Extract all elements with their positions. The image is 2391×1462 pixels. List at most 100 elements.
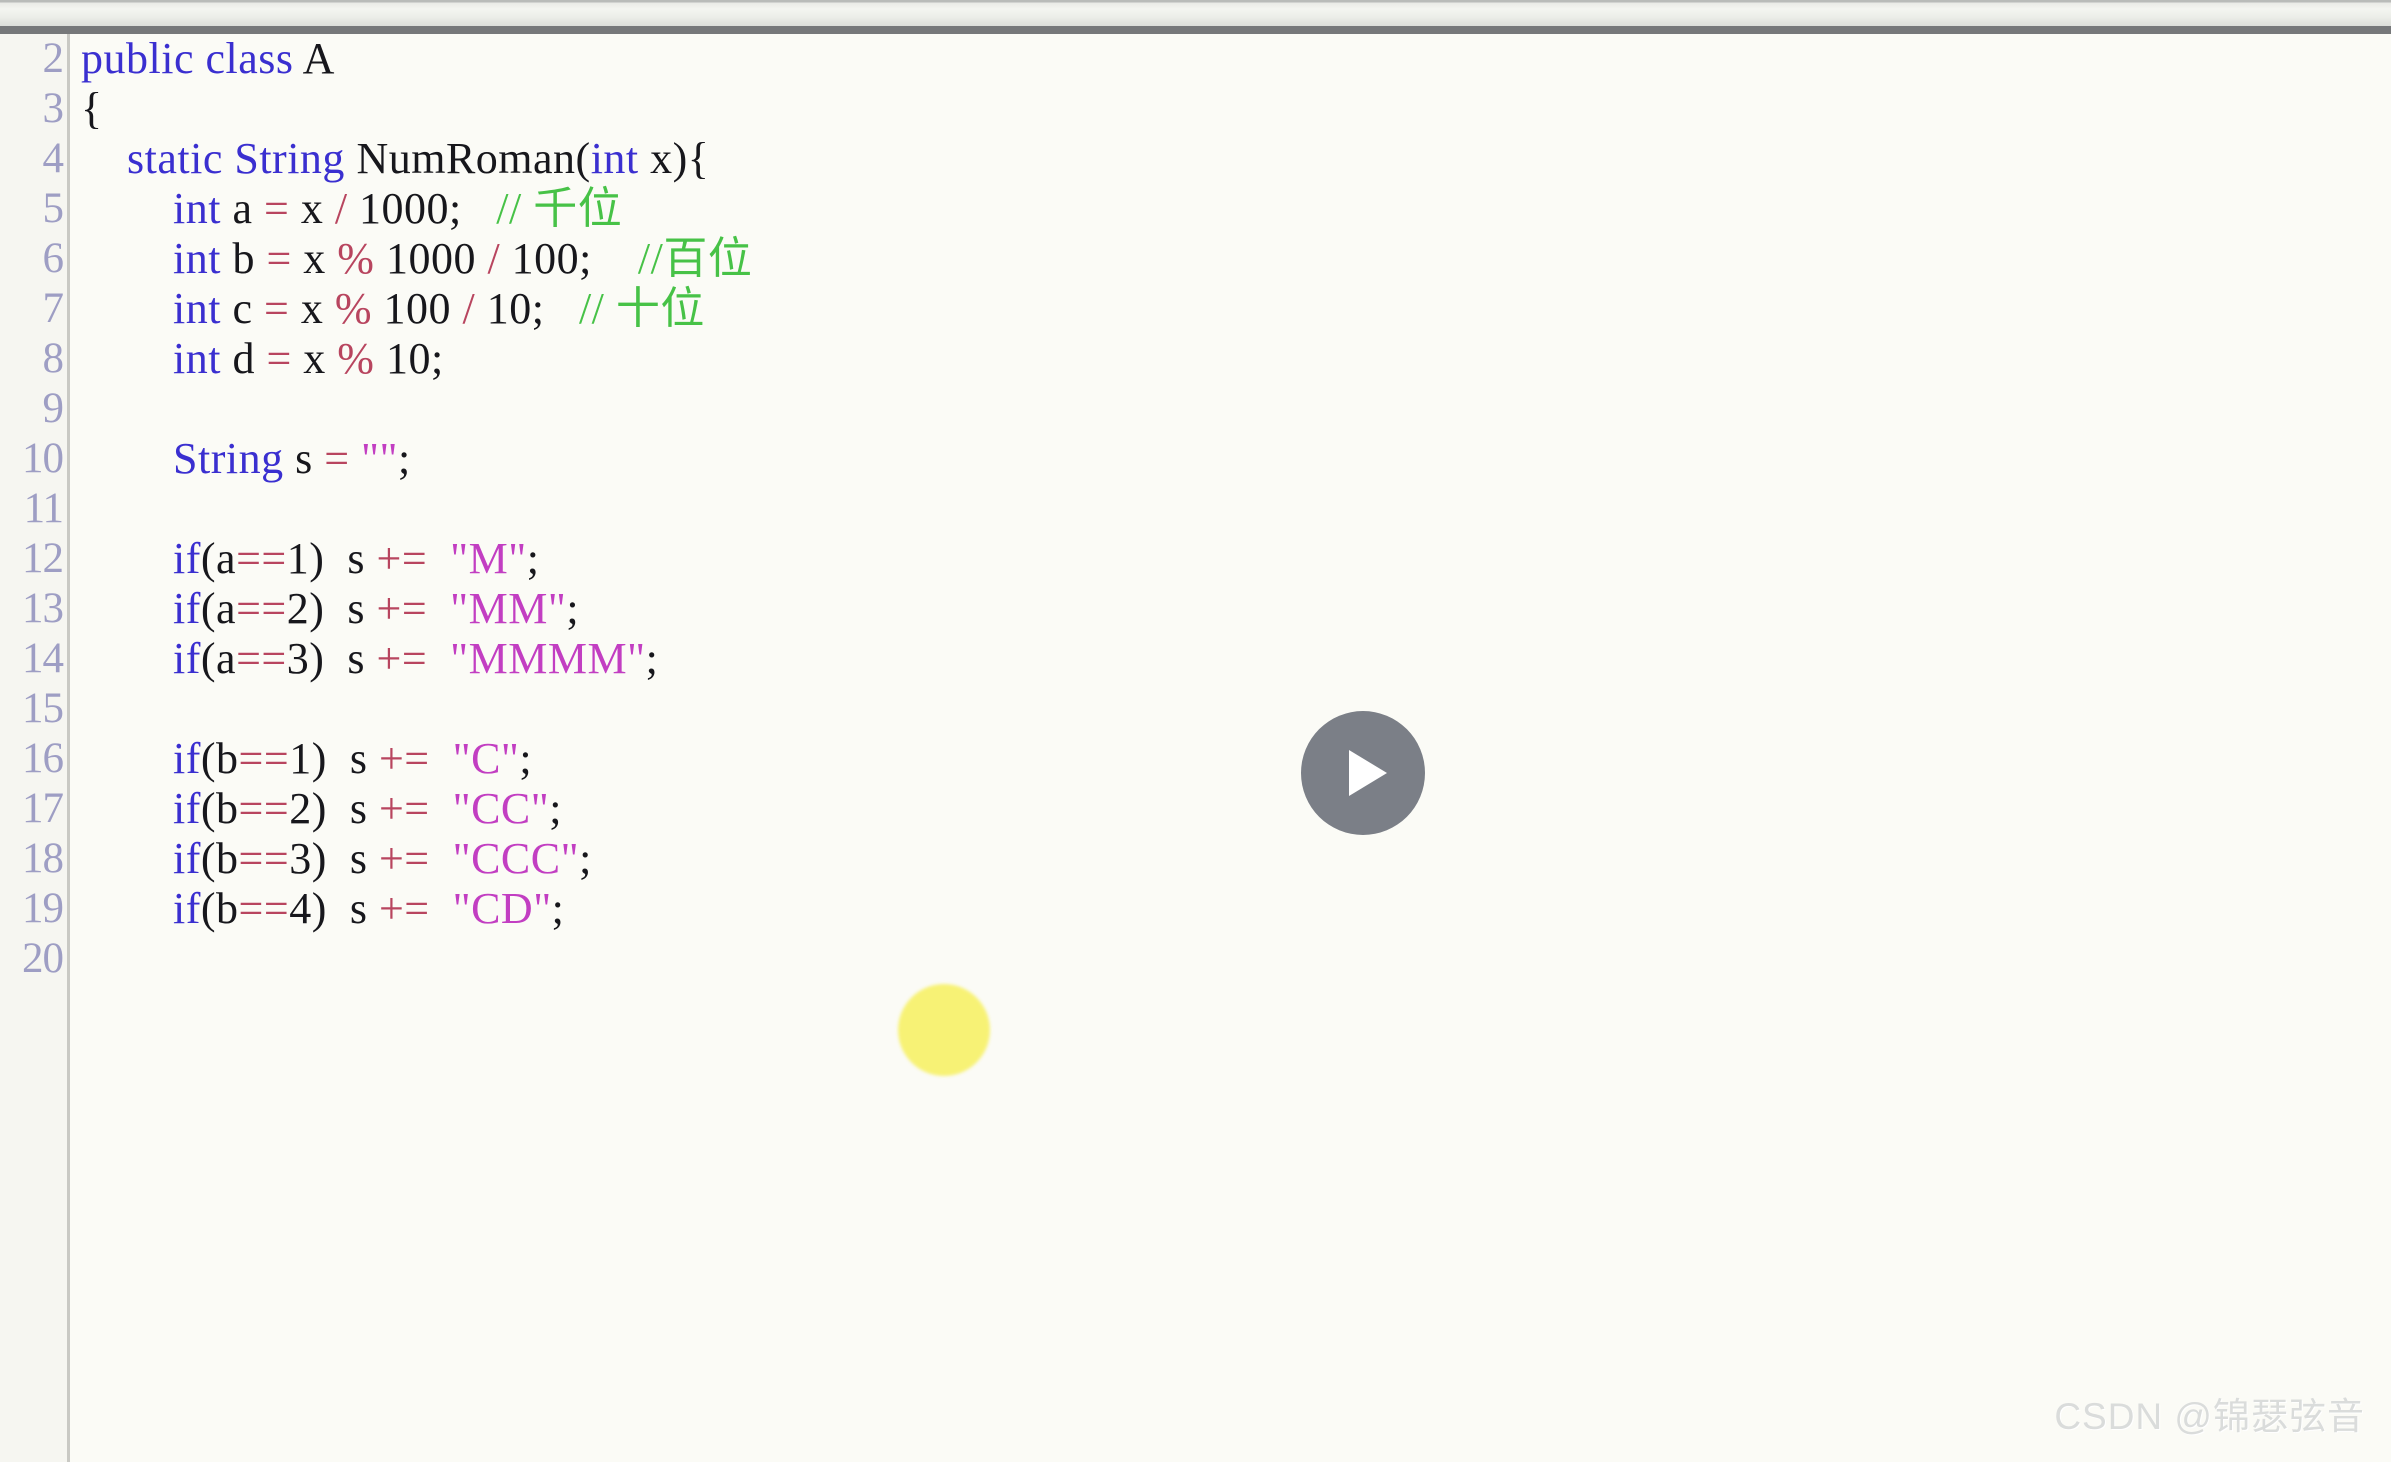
code-line[interactable]: if(a==1) s += "M"; xyxy=(73,534,2391,584)
code-line[interactable]: if(b==3) s += "CCC"; xyxy=(73,834,2391,884)
code-token: 1000 xyxy=(385,234,476,283)
code-token: if xyxy=(173,834,201,883)
code-line[interactable]: static String NumRoman(int x){ xyxy=(73,134,2391,184)
line-number: 6 xyxy=(42,235,65,282)
code-token: "MM" xyxy=(450,584,567,633)
code-token: ) xyxy=(309,634,325,683)
code-line[interactable] xyxy=(73,934,2391,984)
code-token: x xyxy=(650,134,673,183)
code-token: / xyxy=(487,234,501,283)
play-button[interactable] xyxy=(1301,711,1425,835)
code-token: += xyxy=(376,634,428,683)
line-number: 5 xyxy=(42,185,65,232)
code-token: public xyxy=(81,34,194,83)
code-token: if xyxy=(173,634,201,683)
code-token: if xyxy=(173,534,201,583)
code-editor-pane[interactable]: 2 3 4 5 6 7 8 9 10 11 12 13 14 15 16 17 18 19 20 public cl… xyxy=(0,34,2391,1462)
code-token: 100 xyxy=(383,284,451,333)
editor-toolbar-strip xyxy=(0,0,2391,26)
code-token: ; xyxy=(566,584,580,633)
code-line[interactable]: String s = ""; xyxy=(73,434,2391,484)
code-token: == xyxy=(238,734,290,783)
code-line[interactable]: if(b==1) s += "C"; xyxy=(73,734,2391,784)
code-token: //百位 xyxy=(637,234,753,283)
code-token: = xyxy=(324,434,350,483)
code-token: ; xyxy=(449,184,462,233)
code-token: += xyxy=(378,734,430,783)
line-number: 14 xyxy=(22,635,64,682)
code-token: b xyxy=(216,834,239,883)
code-token: if xyxy=(173,884,201,933)
code-line[interactable]: if(a==2) s += "MM"; xyxy=(73,584,2391,634)
code-line[interactable]: if(b==2) s += "CC"; xyxy=(73,784,2391,834)
code-token: == xyxy=(236,634,287,683)
play-triangle-icon xyxy=(1349,750,1387,796)
code-token: 3 xyxy=(289,834,312,883)
code-line[interactable] xyxy=(73,684,2391,734)
code-token: NumRoman xyxy=(356,134,576,183)
code-token: s xyxy=(349,834,368,883)
code-token: 100 xyxy=(511,234,580,283)
line-number: 11 xyxy=(23,485,64,532)
code-line[interactable] xyxy=(73,484,2391,534)
code-token: String xyxy=(173,434,284,483)
code-line[interactable]: int d = x % 10; xyxy=(73,334,2391,384)
code-token: "CD" xyxy=(452,884,552,933)
code-token: ( xyxy=(200,584,217,633)
code-token: if xyxy=(173,784,201,833)
code-token: A xyxy=(302,34,335,83)
code-token: % xyxy=(337,234,375,283)
code-token: int xyxy=(173,284,221,333)
code-line[interactable]: if(b==4) s += "CD"; xyxy=(73,884,2391,934)
code-token: ; xyxy=(526,534,540,583)
code-token: / xyxy=(334,184,348,233)
code-token: x xyxy=(303,234,326,283)
code-token: += xyxy=(376,534,428,583)
code-token: a xyxy=(216,584,237,633)
line-number: 2 xyxy=(42,35,65,82)
code-line[interactable]: int c = x % 100 / 10; // 十位 xyxy=(73,284,2391,334)
code-token: ) xyxy=(309,584,325,633)
code-token: a xyxy=(216,534,237,583)
code-line[interactable] xyxy=(73,384,2391,434)
code-text-area[interactable]: public class A{ static String NumRoman(i… xyxy=(73,34,2391,1462)
code-token: if xyxy=(173,734,201,783)
code-token: 1000 xyxy=(359,184,450,233)
code-token: 1 xyxy=(286,534,310,583)
code-line[interactable]: if(a==3) s += "MMMM"; xyxy=(73,634,2391,684)
code-token: if xyxy=(173,584,201,633)
code-line[interactable]: int a = x / 1000; // 千位 xyxy=(73,184,2391,234)
code-line[interactable]: int b = x % 1000 / 100; //百位 xyxy=(73,234,2391,284)
code-token: ; xyxy=(549,784,562,833)
code-token: s xyxy=(295,434,313,483)
code-line[interactable]: { xyxy=(73,84,2391,134)
code-line[interactable]: public class A xyxy=(73,34,2391,84)
code-token: += xyxy=(378,834,430,883)
code-token: x xyxy=(300,184,324,233)
code-token: = xyxy=(266,334,292,383)
